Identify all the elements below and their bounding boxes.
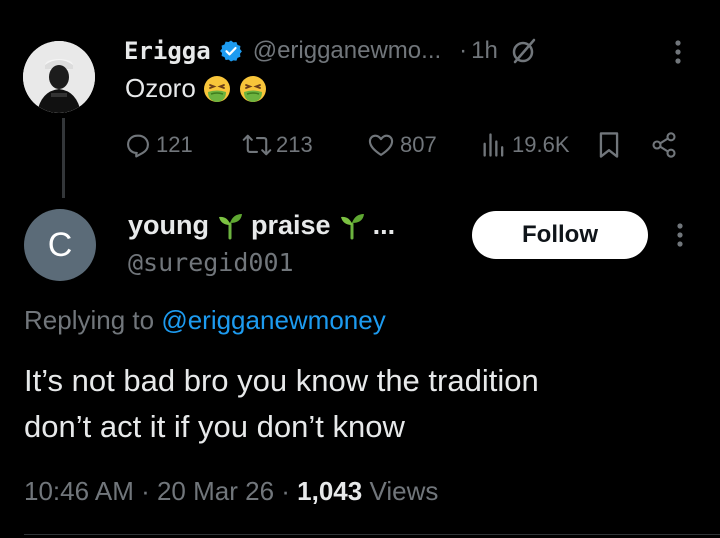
replying-to-handle-link[interactable]: @erigganewmoney bbox=[161, 305, 385, 335]
repost-button[interactable]: 213 bbox=[242, 128, 313, 162]
tweet-text-content: Ozoro bbox=[125, 73, 196, 103]
share-button[interactable] bbox=[650, 128, 682, 162]
analytics-icon bbox=[483, 133, 504, 157]
reply-text-line: It’s not bad bro you know the tradition bbox=[24, 363, 539, 398]
meta-views-label: Views bbox=[362, 476, 439, 506]
share-icon bbox=[652, 132, 676, 158]
seedling-emoji-icon bbox=[340, 214, 364, 240]
grok-icon[interactable] bbox=[510, 37, 538, 65]
tweet-header: Erigga @erigganewmo... · 1h bbox=[124, 34, 538, 68]
follow-button[interactable]: Follow bbox=[472, 211, 648, 259]
like-button[interactable]: 807 bbox=[366, 128, 437, 162]
bookmark-button[interactable] bbox=[596, 128, 626, 162]
views-count: 19.6K bbox=[512, 132, 570, 157]
replying-prefix: Replying to bbox=[24, 305, 162, 335]
author-avatar[interactable] bbox=[23, 41, 95, 113]
meta-time[interactable]: 10:46 AM bbox=[24, 476, 134, 506]
more-options-icon[interactable] bbox=[666, 38, 690, 66]
reply-text-line: don’t act it if you don’t know bbox=[24, 409, 405, 444]
reply-button[interactable]: 121 bbox=[124, 128, 193, 162]
repost-count: 213 bbox=[276, 132, 313, 157]
name-part-2: praise bbox=[251, 209, 331, 240]
seedling-emoji-icon bbox=[219, 214, 242, 240]
meta-separator: · bbox=[274, 476, 298, 506]
divider bbox=[24, 534, 720, 535]
nauseated-face-emoji-icon bbox=[239, 75, 266, 102]
reply-text: It’s not bad bro you know the tradition … bbox=[24, 358, 704, 450]
reply-author-name[interactable]: young praise ... bbox=[128, 207, 395, 243]
tweet-time[interactable]: 1h bbox=[471, 37, 498, 65]
heart-icon bbox=[368, 134, 394, 156]
views-button[interactable]: 19.6K bbox=[480, 128, 570, 162]
tweet-meta: 10:46 AM · 20 Mar 26 · 1,043 Views bbox=[24, 476, 438, 507]
verified-badge-icon bbox=[219, 39, 243, 63]
repost-icon bbox=[242, 134, 272, 156]
thread-line bbox=[62, 118, 65, 198]
tweet-text: Ozoro bbox=[125, 73, 268, 104]
like-count: 807 bbox=[400, 132, 437, 157]
author-handle[interactable]: @erigganewmo... bbox=[253, 37, 441, 65]
author-name[interactable]: Erigga bbox=[124, 37, 211, 65]
avatar-initial: C bbox=[47, 225, 73, 264]
bookmark-icon bbox=[599, 132, 619, 158]
replying-to: Replying to @erigganewmoney bbox=[24, 305, 386, 336]
reply-more-options-icon[interactable] bbox=[668, 220, 692, 250]
reply-count: 121 bbox=[156, 132, 193, 157]
reply-author-handle[interactable]: @suregid001 bbox=[128, 248, 294, 277]
reply-icon bbox=[127, 134, 149, 158]
meta-separator: · bbox=[133, 476, 157, 506]
meta-date[interactable]: 20 Mar 26 bbox=[157, 476, 274, 506]
meta-views-count[interactable]: 1,043 bbox=[297, 476, 362, 506]
reply-author-avatar[interactable]: C bbox=[24, 209, 96, 281]
nauseated-face-emoji-icon bbox=[203, 75, 230, 102]
name-ellipsis: ... bbox=[372, 209, 396, 240]
tweet-actions: 121 213 807 19.6K bbox=[124, 128, 684, 162]
separator-dot: · bbox=[459, 37, 468, 64]
name-part-1: young bbox=[128, 209, 209, 240]
